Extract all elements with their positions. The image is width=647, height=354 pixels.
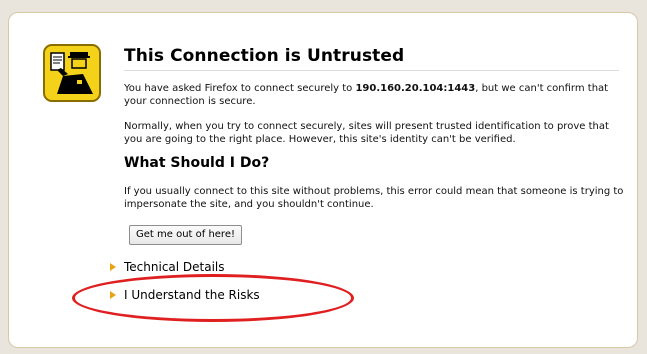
get-me-out-button[interactable]: Get me out of here! bbox=[129, 225, 242, 245]
intro-paragraph: You have asked Firefox to connect secure… bbox=[124, 82, 624, 108]
explanation-paragraph: Normally, when you try to connect secure… bbox=[124, 121, 609, 145]
technical-details-expander[interactable]: Technical Details bbox=[110, 260, 225, 274]
understand-risks-expander[interactable]: I Understand the Risks bbox=[110, 288, 260, 302]
page-title: This Connection is Untrusted bbox=[124, 46, 405, 66]
understand-risks-label: I Understand the Risks bbox=[124, 288, 260, 302]
what-should-i-do-heading: What Should I Do? bbox=[124, 155, 270, 171]
security-officer-icon bbox=[43, 44, 101, 102]
intro-text-start: You have asked Firefox to connect secure… bbox=[124, 83, 356, 94]
expander-arrow-icon bbox=[110, 263, 116, 271]
expander-arrow-icon bbox=[110, 291, 116, 299]
advice-paragraph: If you usually connect to this site with… bbox=[124, 186, 624, 210]
title-divider bbox=[124, 70, 619, 71]
technical-details-label: Technical Details bbox=[124, 260, 225, 274]
host-address: 190.160.20.104:1443 bbox=[355, 83, 476, 94]
